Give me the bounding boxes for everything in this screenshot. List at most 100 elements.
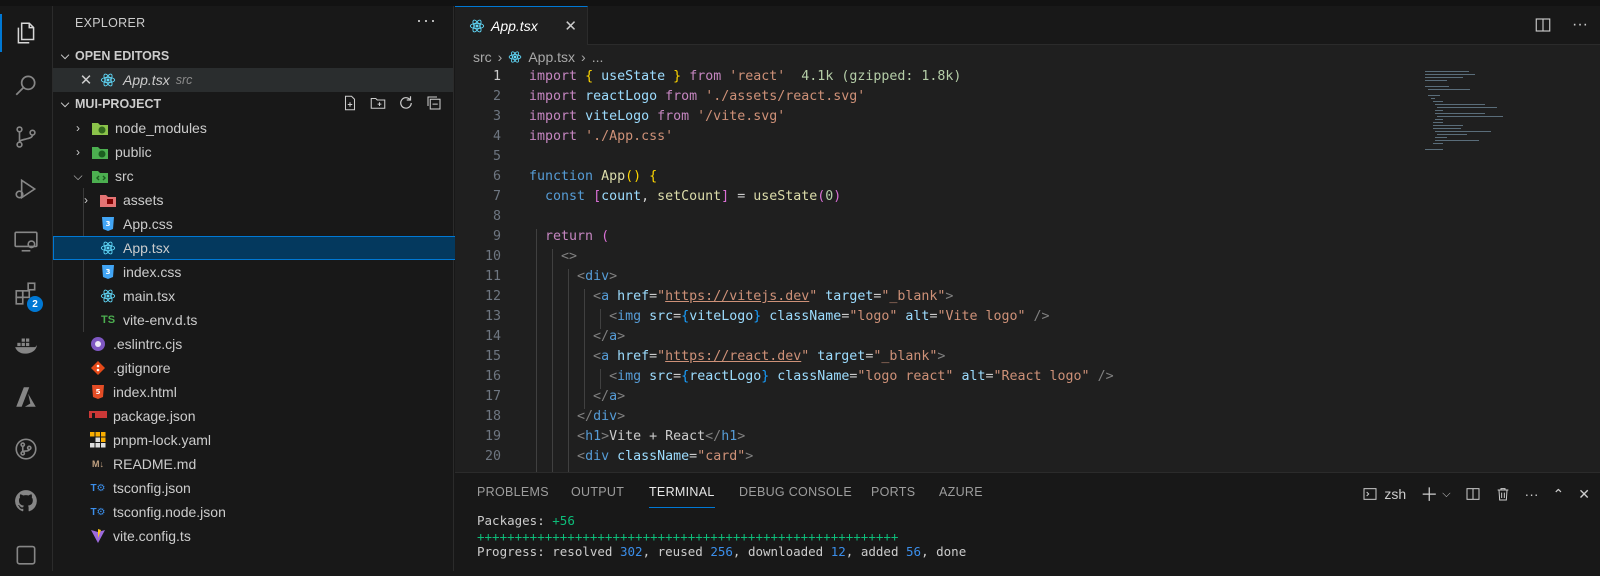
breadcrumb-folder[interactable]: src xyxy=(473,49,492,65)
tsconfig-icon: T⚙ xyxy=(90,482,106,494)
tree-item-readme[interactable]: M↓ README.md xyxy=(53,452,489,476)
open-editor-item[interactable]: ✕ App.tsx src xyxy=(53,68,453,92)
tree-item-gitignore[interactable]: .gitignore xyxy=(53,356,489,380)
tree-item-vite-env[interactable]: TS vite-env.d.ts xyxy=(53,308,499,332)
react-icon xyxy=(99,72,117,88)
tree-item-eslintrc[interactable]: .eslintrc.cjs xyxy=(53,332,489,356)
breadcrumb-file[interactable]: App.tsx xyxy=(528,49,575,65)
tsconfig-icon: T⚙ xyxy=(90,506,106,518)
tab-output[interactable]: OUTPUT xyxy=(571,485,624,499)
project-header[interactable]: ⌵ MUI-PROJECT xyxy=(53,92,453,116)
tree-item-tsconfig-node[interactable]: T⚙ tsconfig.node.json xyxy=(53,500,489,524)
github-icon[interactable] xyxy=(0,478,52,524)
refresh-icon[interactable] xyxy=(397,94,415,112)
svg-text:5: 5 xyxy=(96,388,101,396)
tree-item-label: node_modules xyxy=(115,120,207,136)
explorer-icon[interactable] xyxy=(0,10,52,56)
react-icon xyxy=(99,288,117,304)
extensions-icon[interactable]: 2 xyxy=(0,270,52,316)
chevron-down-icon: ⌵ xyxy=(60,97,70,110)
run-debug-icon[interactable] xyxy=(0,166,52,212)
html-icon: 5 xyxy=(89,384,107,400)
tree-item-label: index.html xyxy=(113,384,177,400)
tab-app-tsx[interactable]: App.tsx ✕ xyxy=(455,6,588,45)
code-line: 11 <div> xyxy=(484,269,618,284)
chevron-down-icon: ⌵ xyxy=(73,168,83,183)
css-icon: 3 xyxy=(99,216,117,232)
tab-ports[interactable]: PORTS xyxy=(871,485,915,499)
assets-folder-icon xyxy=(99,192,117,208)
eslint-icon xyxy=(89,336,107,352)
tree-item-index-html[interactable]: 5 index.html xyxy=(53,380,489,404)
tab-problems[interactable]: PROBLEMS xyxy=(477,485,549,499)
tree-item-label: .gitignore xyxy=(113,360,171,376)
tree-item-vite-config[interactable]: vite.config.ts xyxy=(53,524,489,548)
tree-item-label: assets xyxy=(123,192,164,208)
collapse-all-icon[interactable] xyxy=(425,94,443,112)
tree-item-main-tsx[interactable]: main.tsx xyxy=(53,284,499,308)
new-terminal-icon[interactable]: ＋ xyxy=(1420,481,1438,507)
tree-item-pnpm-lock[interactable]: pnpm-lock.yaml xyxy=(53,428,489,452)
code-editor[interactable]: 1 import { useState } from 'react' 4.1k (… xyxy=(455,69,1600,472)
trash-icon[interactable] xyxy=(1495,486,1511,502)
code-line: 15 <a href="https://react.dev" target="_… xyxy=(484,349,946,364)
project-label: MUI-PROJECT xyxy=(75,97,162,111)
chevron-down-icon: ⌵ xyxy=(60,49,70,62)
maximize-panel-icon[interactable]: ⌃ xyxy=(1553,486,1565,503)
code-line: 19 <h1>Vite + React</h1> xyxy=(484,429,746,444)
shell-name[interactable]: zsh xyxy=(1384,486,1406,502)
code-line: 20 <div className="card"> xyxy=(484,449,754,464)
open-editor-name: App.tsx xyxy=(123,72,170,88)
node-folder-icon xyxy=(91,120,109,136)
split-editor-icon[interactable] xyxy=(1534,16,1552,34)
chevron-right-icon: › xyxy=(497,49,503,65)
explorer-sidebar: EXPLORER ··· ⌵ OPEN EDITORS ✕ App.tsx sr… xyxy=(53,6,499,571)
code-line: 13 <img src={viteLogo} className="logo" … xyxy=(484,309,1050,324)
tree-item-index-css[interactable]: 3 index.css xyxy=(53,260,499,284)
more-actions-icon[interactable]: ··· xyxy=(416,10,437,31)
tab-azure[interactable]: AZURE xyxy=(939,485,983,499)
split-terminal-icon[interactable] xyxy=(1465,486,1481,502)
open-editors-header[interactable]: ⌵ OPEN EDITORS xyxy=(53,44,453,68)
tab-terminal[interactable]: TERMINAL xyxy=(649,485,715,508)
tree-item-public[interactable]: › public xyxy=(53,140,471,164)
close-icon[interactable]: ✕ xyxy=(77,71,95,89)
tree-item-node-modules[interactable]: › node_modules xyxy=(53,116,471,140)
markdown-icon: M↓ xyxy=(92,459,104,469)
breadcrumb-rest[interactable]: ... xyxy=(592,49,604,65)
tree-item-assets[interactable]: › assets xyxy=(53,188,479,212)
chevron-right-icon: › xyxy=(84,193,88,207)
more-actions-icon[interactable]: ··· xyxy=(1525,486,1539,502)
react-icon xyxy=(99,240,117,256)
tree-item-app-tsx[interactable]: App.tsx xyxy=(53,236,499,260)
chevron-down-icon[interactable]: ⌵ xyxy=(1442,488,1450,501)
tree-item-src[interactable]: ⌵ src xyxy=(53,164,471,188)
timeline-icon[interactable] xyxy=(0,530,52,576)
typescript-def-icon: TS xyxy=(100,314,116,326)
breadcrumb: src › App.tsx › ... xyxy=(455,45,1600,69)
tree-item-tsconfig[interactable]: T⚙ tsconfig.json xyxy=(53,476,489,500)
docker-icon[interactable] xyxy=(0,322,52,368)
minimap[interactable] xyxy=(1425,69,1535,159)
search-icon[interactable] xyxy=(0,62,52,108)
new-file-icon[interactable] xyxy=(341,94,359,112)
azure-icon[interactable] xyxy=(0,374,52,420)
explorer-title: EXPLORER xyxy=(75,16,146,30)
remote-explorer-icon[interactable] xyxy=(0,218,52,264)
tree-item-package-json[interactable]: package.json xyxy=(53,404,489,428)
code-line: 14 </a> xyxy=(484,329,626,344)
activity-bar: 2 xyxy=(0,6,53,571)
close-icon[interactable]: ✕ xyxy=(564,17,577,35)
close-icon[interactable]: ✕ xyxy=(1578,486,1590,503)
code-line: 9 return ( xyxy=(492,229,610,244)
terminal-icon xyxy=(1362,486,1378,502)
tree-item-app-css[interactable]: 3 App.css xyxy=(53,212,499,236)
more-actions-icon[interactable]: ··· xyxy=(1572,16,1588,34)
tree-item-label: pnpm-lock.yaml xyxy=(113,432,212,448)
tab-debug-console[interactable]: DEBUG CONSOLE xyxy=(739,485,852,499)
tree-item-label: package.json xyxy=(113,408,196,424)
git-graph-icon[interactable] xyxy=(0,426,52,472)
code-line: 10 <> xyxy=(484,249,578,264)
new-folder-icon[interactable] xyxy=(369,94,387,112)
source-control-icon[interactable] xyxy=(0,114,52,160)
